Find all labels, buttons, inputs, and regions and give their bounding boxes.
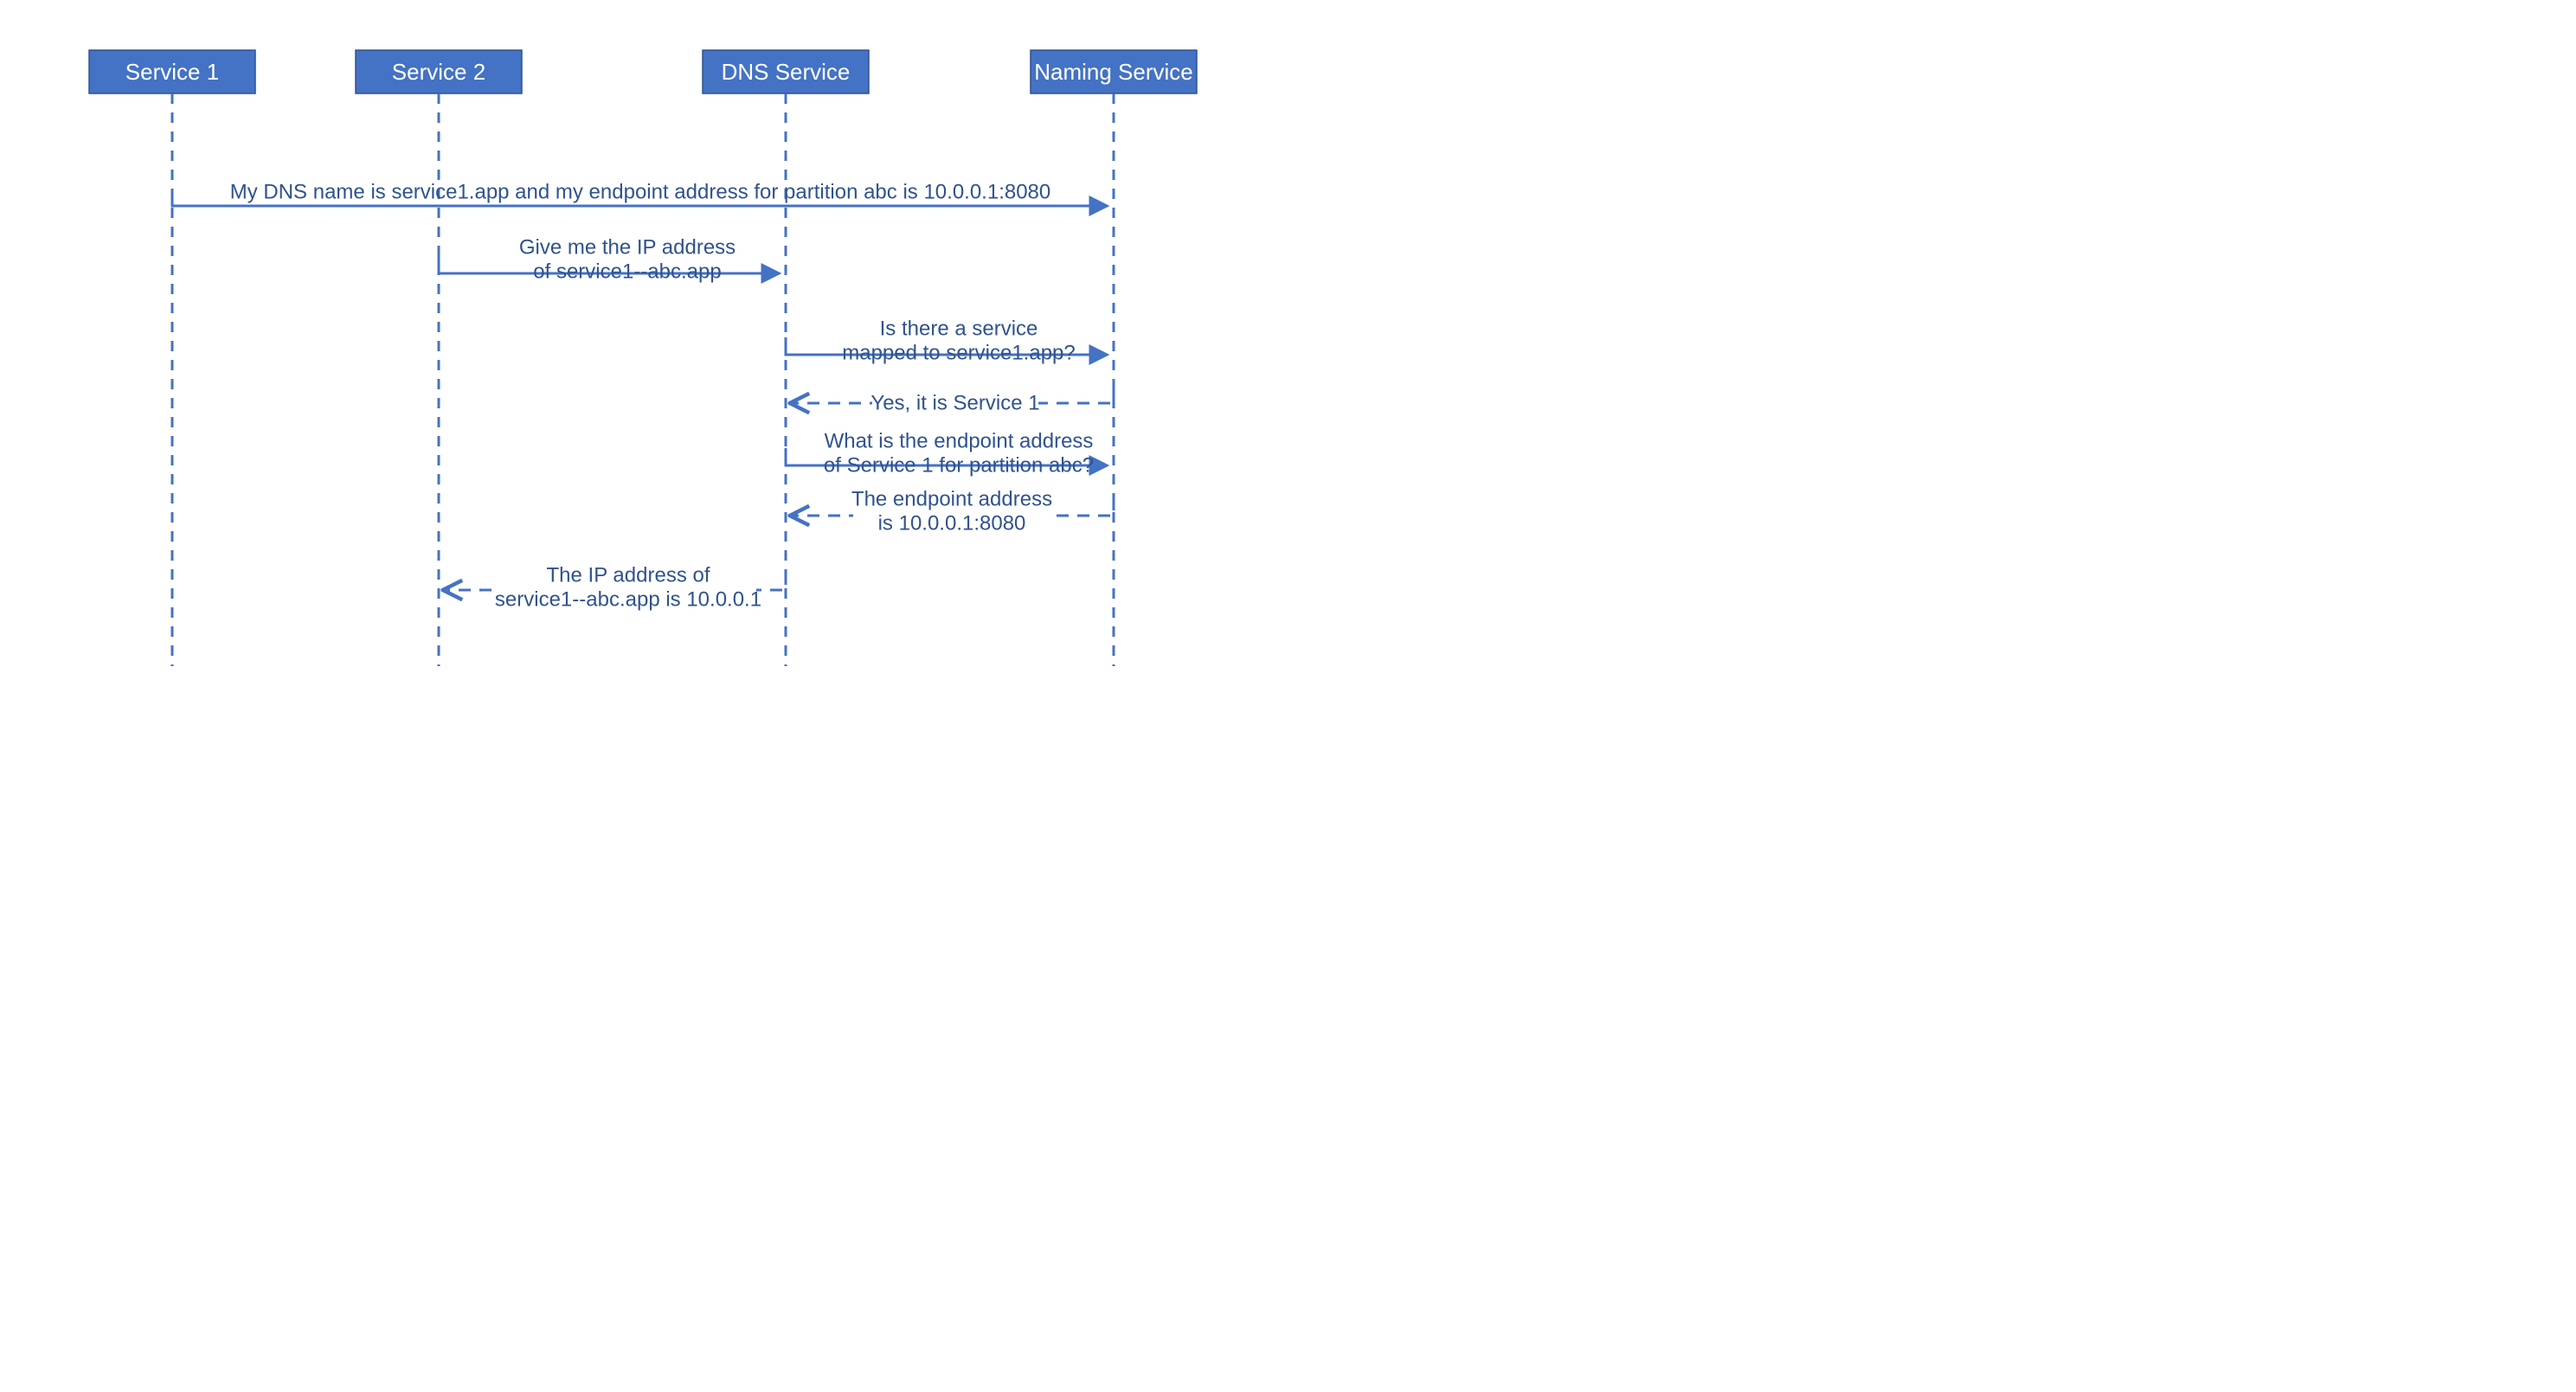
message-text: Yes, it is Service 1 xyxy=(870,391,1039,414)
participant-naming: Naming Service xyxy=(1031,50,1197,93)
message-text: The endpoint address xyxy=(851,487,1052,510)
message-text: service1--abc.app is 10.0.0.1 xyxy=(495,587,761,611)
message-text: is 10.0.0.1:8080 xyxy=(878,511,1026,535)
message-m1: My DNS name is service1.app and my endpo… xyxy=(172,180,1108,206)
message-text: of Service 1 for partition abc? xyxy=(824,453,1094,477)
message-text: Is there a service xyxy=(880,317,1038,340)
participant-label: Service 2 xyxy=(392,59,485,85)
message-text: of service1--abc.app xyxy=(533,260,721,283)
message-m7: The IP address of service1--abc.app is 1… xyxy=(445,562,786,611)
message-text: Give me the IP address xyxy=(519,235,736,259)
participant-dns: DNS Service xyxy=(703,50,869,93)
message-m4: Yes, it is Service 1 xyxy=(792,386,1114,415)
sequence-diagram: Service 1 Service 2 DNS Service Naming S… xyxy=(0,0,1288,696)
participant-service2: Service 2 xyxy=(356,50,522,93)
participant-service1: Service 1 xyxy=(89,50,255,93)
message-text: The IP address of xyxy=(547,563,710,587)
message-m2: Give me the IP address of service1--abc.… xyxy=(439,235,780,283)
participant-label: Naming Service xyxy=(1034,59,1193,85)
message-text: What is the endpoint address xyxy=(825,429,1094,452)
message-m5: What is the endpoint address of Service … xyxy=(786,429,1108,477)
participant-label: Service 1 xyxy=(125,59,219,85)
message-text: mapped to service1.app? xyxy=(842,341,1076,364)
participant-label: DNS Service xyxy=(722,59,851,85)
message-m3: Is there a service mapped to service1.ap… xyxy=(786,317,1108,364)
message-text: My DNS name is service1.app and my endpo… xyxy=(230,180,1051,203)
message-m6: The endpoint address is 10.0.0.1:8080 xyxy=(792,486,1114,535)
